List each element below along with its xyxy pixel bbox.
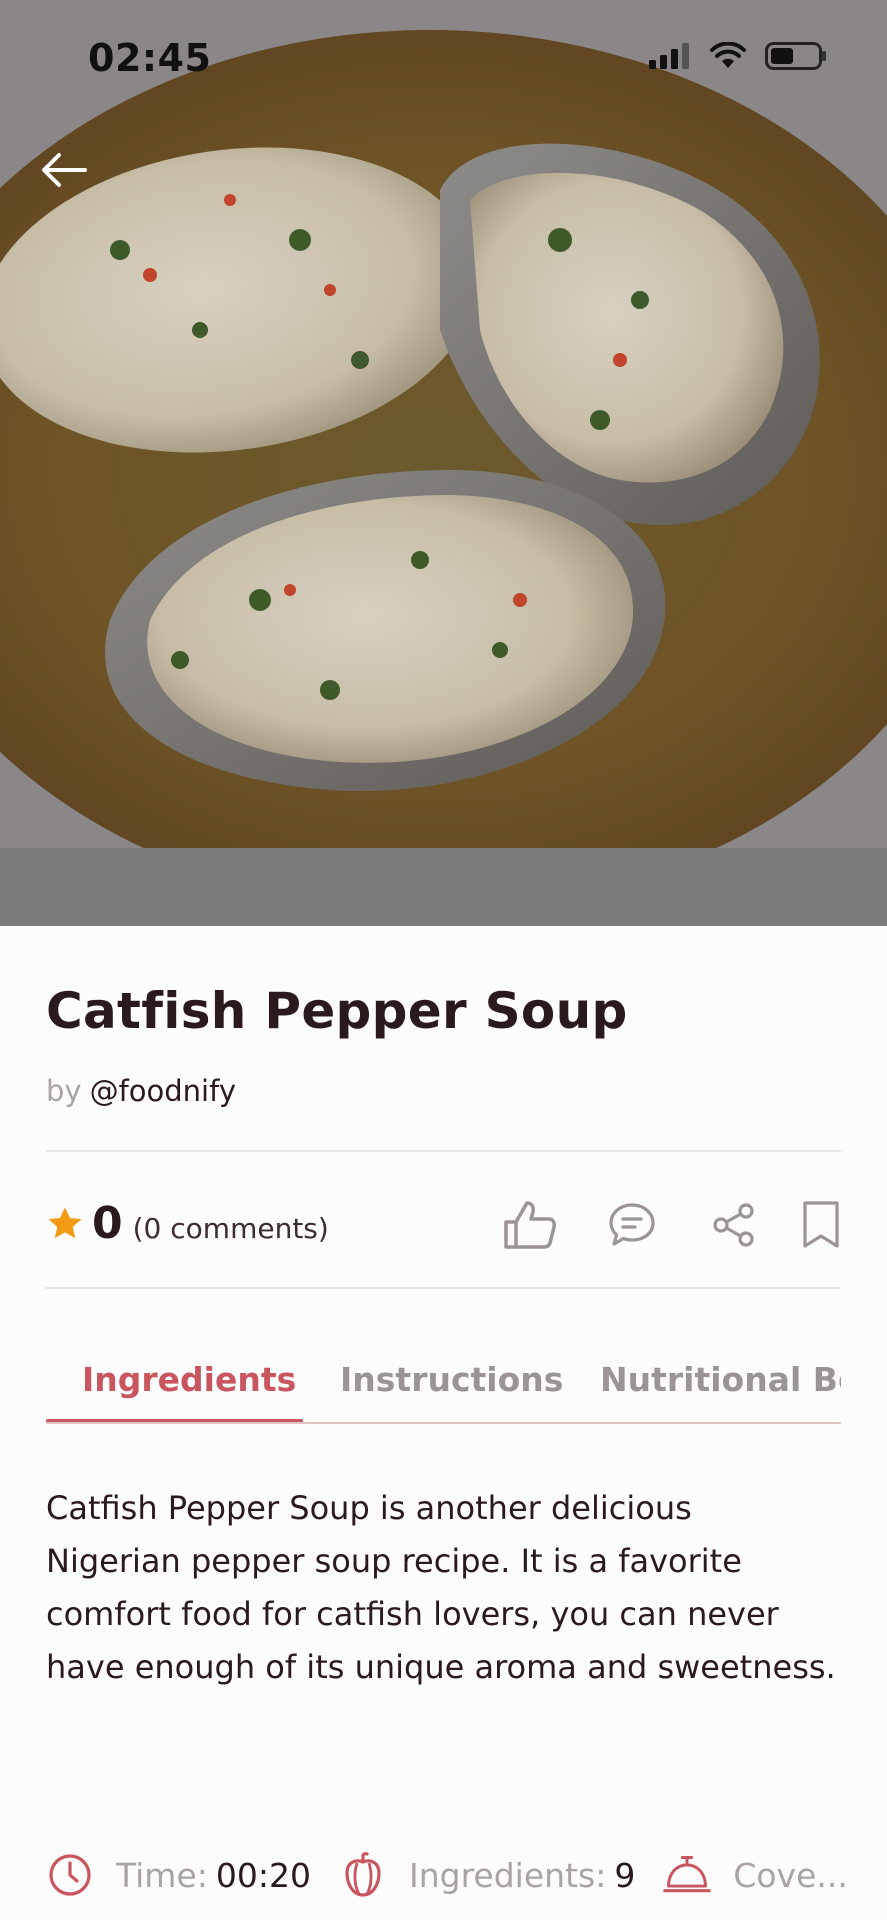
active-tab-indicator	[46, 1419, 303, 1422]
bookmark-button[interactable]	[785, 1190, 841, 1260]
author-link[interactable]: @foodnify	[90, 1074, 236, 1108]
rating-summary: 0 (0 comments)	[46, 1198, 329, 1249]
share-button[interactable]	[683, 1190, 785, 1260]
tab-ingredients[interactable]: Ingredients	[82, 1360, 296, 1399]
comment-icon	[609, 1203, 655, 1246]
meta-time: Time: 00:20	[46, 1851, 311, 1899]
time-value: 00:20	[215, 1855, 311, 1895]
pepper-icon	[345, 1852, 381, 1897]
byline-prefix: by	[46, 1074, 82, 1108]
rating-value: 0	[92, 1198, 123, 1249]
battery-icon	[765, 42, 826, 70]
divider	[46, 1287, 841, 1289]
hero-bottom-band	[0, 848, 887, 926]
comment-button[interactable]	[581, 1190, 683, 1260]
covers-label: Cove...	[733, 1855, 848, 1895]
recipe-tabs: Ingredients Instructions Nutritional Ben	[46, 1344, 841, 1424]
status-bar: 02:45	[0, 0, 887, 120]
comments-count[interactable]: (0 comments)	[133, 1212, 329, 1245]
hero-image-area: 02:45	[0, 0, 887, 926]
ingredients-value: 9	[614, 1855, 636, 1895]
bookmark-icon	[803, 1201, 839, 1248]
wifi-icon	[710, 42, 746, 68]
recipe-byline: by @foodnify	[46, 1074, 236, 1108]
status-time: 02:45	[88, 36, 212, 80]
share-icon	[713, 1203, 754, 1247]
tab-nutritional-benefits[interactable]: Nutritional Ben	[600, 1360, 841, 1399]
arrow-left-icon	[42, 153, 87, 187]
clock-icon	[49, 1854, 91, 1896]
cellular-signal-icon	[649, 43, 689, 69]
status-icons	[649, 42, 827, 70]
recipe-title: Catfish Pepper Soup	[46, 982, 628, 1040]
star-icon	[48, 1206, 82, 1238]
serving-bell-icon	[663, 1855, 712, 1893]
divider	[46, 1150, 841, 1152]
meta-ingredients: Ingredients: 9	[339, 1851, 635, 1899]
meta-covers: Cove...	[663, 1851, 856, 1899]
back-button[interactable]	[34, 140, 94, 200]
like-button[interactable]	[479, 1190, 581, 1260]
thumbs-up-icon	[504, 1201, 556, 1249]
rating-actions-row: 0 (0 comments)	[46, 1190, 841, 1260]
recipe-description: Catfish Pepper Soup is another delicious…	[46, 1489, 836, 1686]
action-buttons	[479, 1190, 841, 1260]
ingredients-label: Ingredients:	[409, 1855, 607, 1895]
recipe-details: Catfish Pepper Soup by @foodnify 0 (0 com…	[0, 926, 887, 1920]
time-label: Time:	[116, 1855, 208, 1895]
recipe-meta-row: Time: 00:20 Ingredients: 9 Cove...	[46, 1840, 887, 1910]
recipe-photo	[0, 0, 887, 848]
tab-instructions[interactable]: Instructions	[340, 1360, 563, 1399]
